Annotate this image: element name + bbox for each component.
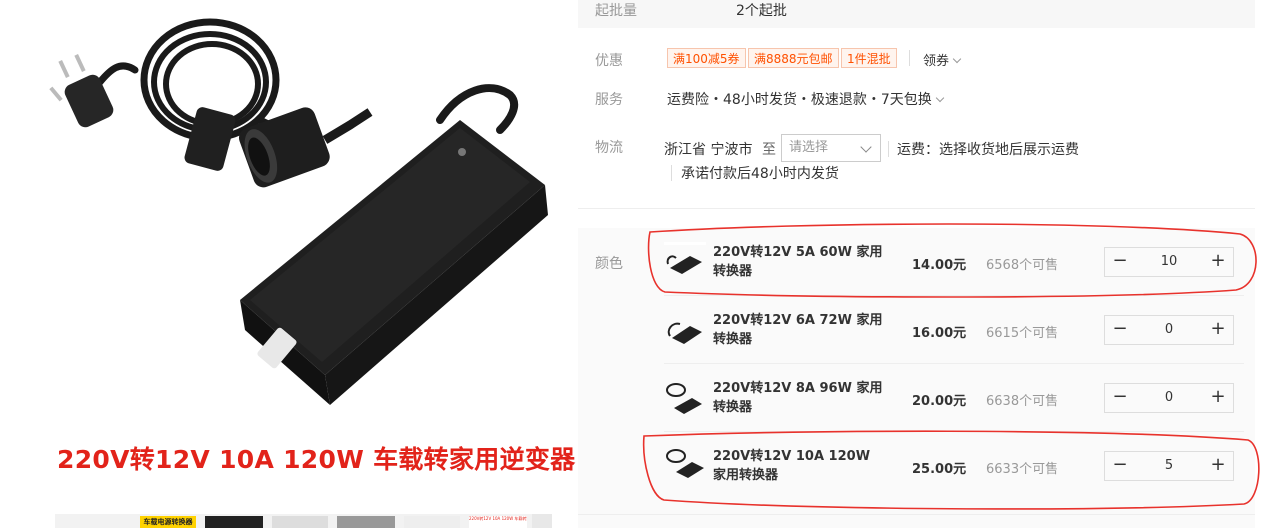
service-value: 运费险・48小时发货・极速退款・7天包换	[667, 92, 932, 108]
increment-button[interactable]: +	[1203, 316, 1233, 344]
min-order-value: 2个起批	[736, 3, 787, 19]
sku-price: 14.00元	[912, 258, 967, 273]
get-coupon-link[interactable]: 领券	[923, 50, 962, 69]
logistics-to: 至	[762, 142, 776, 158]
logistics-origin: 浙江省 宁波市	[664, 142, 753, 158]
increment-button[interactable]: +	[1203, 452, 1233, 480]
sku-stock: 6568个可售	[986, 258, 1059, 273]
sku-color-label: 颜色	[595, 256, 623, 272]
thumbnail-6[interactable]: 220V转12V 10A 120W 车载转家用逆变器	[469, 516, 527, 528]
quantity-input[interactable]: 0	[1135, 384, 1203, 412]
sku-name: 220V转12V 5A 60W 家用转换器	[713, 245, 883, 279]
service-dropdown[interactable]: 运费险・48小时发货・极速退款・7天包换	[667, 89, 944, 109]
min-order-label: 起批量	[595, 3, 637, 19]
sku-thumbnail[interactable]	[664, 242, 706, 280]
sku-stock: 6615个可售	[986, 326, 1059, 341]
thumbnail-next-arrow[interactable]	[532, 514, 552, 528]
sku-name: 220V转12V 10A 120W 家用转换器	[713, 449, 871, 483]
sku-thumbnail[interactable]	[664, 310, 706, 348]
sku-stock: 6633个可售	[986, 462, 1059, 477]
thumbnail-5[interactable]	[404, 516, 460, 528]
promotion-label: 优惠	[595, 53, 623, 69]
increment-button[interactable]: +	[1203, 248, 1233, 276]
quantity-input[interactable]: 5	[1135, 452, 1203, 480]
sku-name: 220V转12V 8A 96W 家用转换器	[713, 381, 883, 415]
sku-name: 220V转12V 6A 72W 家用转换器	[713, 313, 883, 347]
thumbnail-2[interactable]	[205, 516, 263, 528]
product-main-image	[49, 18, 548, 405]
get-coupon-label: 领券	[923, 54, 950, 69]
service-label: 服务	[595, 92, 623, 108]
sku-price: 20.00元	[912, 394, 967, 409]
sku-thumbnail[interactable]	[664, 378, 706, 416]
chevron-down-icon	[860, 141, 872, 153]
thumbnail-1-label: 车载电源转换器	[143, 518, 193, 526]
quantity-input[interactable]: 10	[1135, 248, 1203, 276]
chevron-down-icon	[952, 54, 962, 64]
shipping-promise: 承诺付款后48小时内发货	[681, 166, 839, 182]
destination-select-placeholder: 请选择	[789, 140, 829, 155]
quantity-stepper[interactable]: − 0 +	[1104, 383, 1234, 413]
quantity-stepper[interactable]: − 0 +	[1104, 315, 1234, 345]
decrement-button[interactable]: −	[1105, 248, 1135, 276]
quantity-stepper[interactable]: − 5 +	[1104, 451, 1234, 481]
product-caption: 220V转12V 10A 120W 车载转家用逆变器	[57, 445, 576, 474]
decrement-button[interactable]: −	[1105, 316, 1135, 344]
thumbnail-1[interactable]: 车载电源转换器	[140, 516, 196, 528]
promo-tag-coupon[interactable]: 满100减5券	[667, 48, 746, 68]
decrement-button[interactable]: −	[1105, 384, 1135, 412]
shipping-fee-text: 运费：选择收货地后展示运费	[897, 142, 1079, 158]
thumbnail-6-label: 220V转12V 10A 120W 车载转家用逆变器	[469, 516, 527, 521]
thumbnail-3[interactable]	[272, 516, 328, 528]
sku-price: 25.00元	[912, 462, 967, 477]
quantity-input[interactable]: 0	[1135, 316, 1203, 344]
decrement-button[interactable]: −	[1105, 452, 1135, 480]
sku-stock: 6638个可售	[986, 394, 1059, 409]
chevron-down-icon	[935, 93, 944, 103]
sku-thumbnail[interactable]	[664, 446, 706, 484]
increment-button[interactable]: +	[1203, 384, 1233, 412]
min-order-row	[578, 0, 1255, 28]
sku-price: 16.00元	[912, 326, 967, 341]
promo-tag-free-shipping[interactable]: 满8888元包邮	[748, 48, 839, 68]
promo-tag-mixed-batch[interactable]: 1件混批	[841, 48, 897, 68]
quantity-stepper[interactable]: − 10 +	[1104, 247, 1234, 277]
logistics-label: 物流	[595, 140, 623, 156]
thumbnail-4[interactable]	[337, 516, 395, 528]
destination-select[interactable]: 请选择	[781, 134, 881, 162]
